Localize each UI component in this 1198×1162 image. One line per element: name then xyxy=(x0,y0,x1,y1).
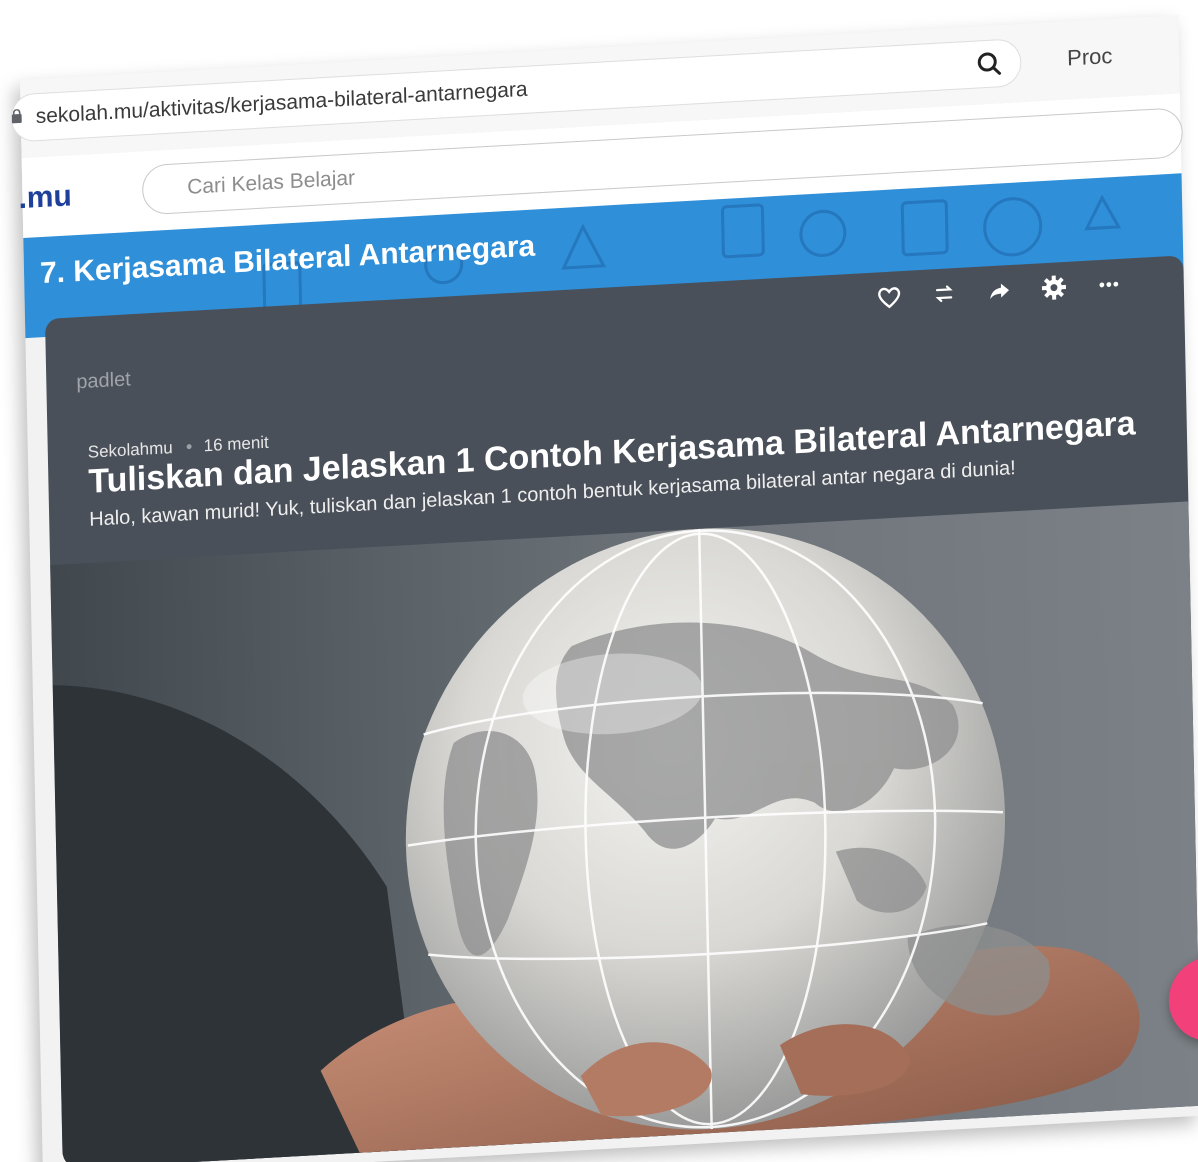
post-time: 16 menit xyxy=(203,432,269,456)
plus-icon: + xyxy=(1168,955,1198,1044)
search-icon[interactable] xyxy=(974,48,1005,80)
remake-icon[interactable] xyxy=(929,278,960,310)
screenshot-stage: sekolah.mu/aktivitas/kerjasama-bilateral… xyxy=(0,0,1198,1162)
add-post-button[interactable]: + xyxy=(1167,954,1198,1044)
padlet-toolbar xyxy=(874,268,1144,323)
globe-in-hands-image xyxy=(52,528,1140,1162)
lock-icon xyxy=(11,108,22,124)
site-logo[interactable]: .mu xyxy=(18,179,72,216)
browser-page: sekolah.mu/aktivitas/kerjasama-bilateral… xyxy=(10,15,1198,1162)
globe-photo xyxy=(50,501,1198,1162)
meta-separator xyxy=(186,443,192,449)
product-link[interactable]: Proc xyxy=(1067,43,1113,72)
settings-icon[interactable] xyxy=(1039,272,1070,304)
more-icon[interactable] xyxy=(1094,269,1125,301)
url-text: sekolah.mu/aktivitas/kerjasama-bilateral… xyxy=(35,77,528,129)
share-icon[interactable] xyxy=(984,275,1015,307)
padlet-brand: padlet xyxy=(76,368,131,394)
class-search-placeholder: Cari Kelas Belajar xyxy=(186,166,356,199)
padlet-panel: padlet Sekolahmu 16 menit Tuliskan dan Je… xyxy=(44,255,1198,1162)
heart-icon[interactable] xyxy=(874,281,905,313)
